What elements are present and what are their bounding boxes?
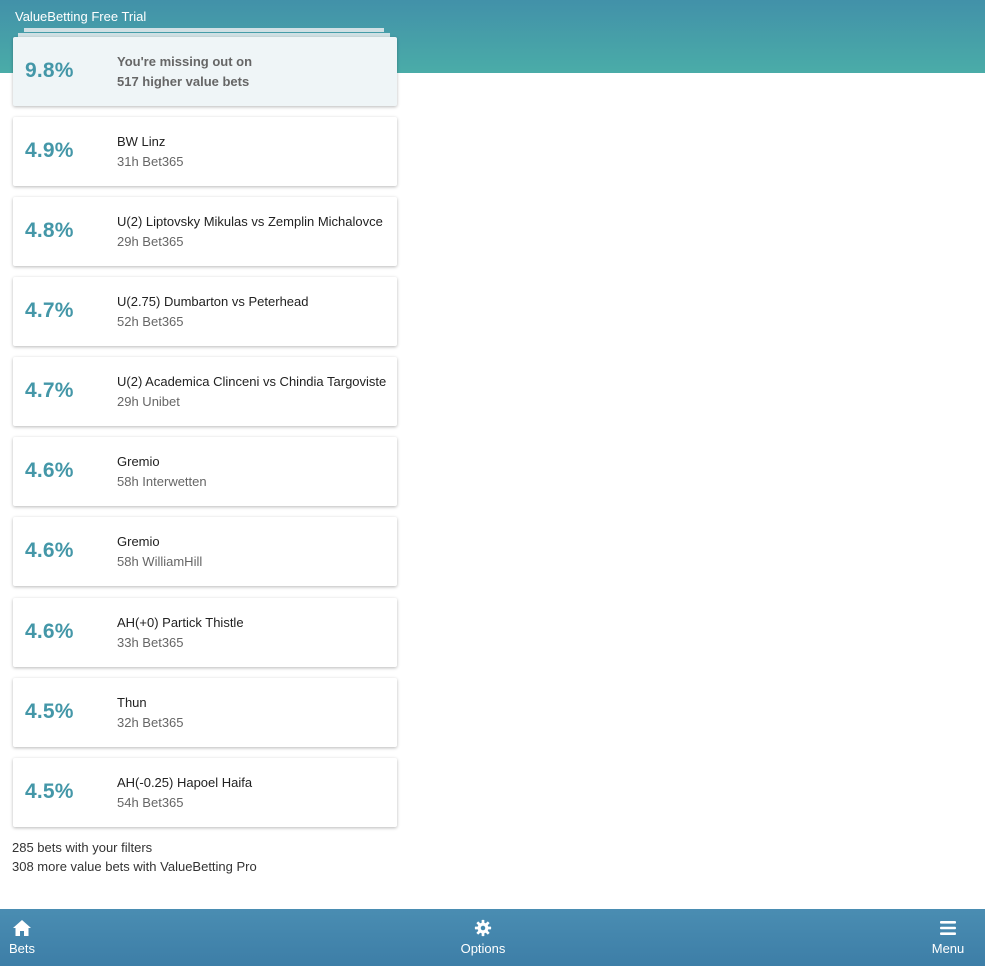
nav-options-label: Options bbox=[460, 941, 506, 956]
filtered-bets-count: 285 bets with your filters bbox=[12, 840, 153, 855]
bet-card[interactable]: 4.6% Gremio 58h Interwetten bbox=[13, 437, 397, 506]
bet-title: U(2) Academica Clinceni vs Chindia Targo… bbox=[117, 374, 387, 389]
bet-title: BW Linz bbox=[117, 134, 166, 149]
nav-menu-button[interactable]: Menu bbox=[924, 909, 972, 966]
bet-detail: 32h Bet365 bbox=[117, 715, 184, 730]
home-icon bbox=[13, 920, 31, 936]
bet-card[interactable]: 4.7% U(2.75) Dumbarton vs Peterhead 52h … bbox=[13, 277, 397, 346]
bet-card[interactable]: 4.6% AH(+0) Partick Thistle 33h Bet365 bbox=[13, 598, 397, 667]
bet-value-percent: 4.7% bbox=[25, 299, 74, 322]
bet-value-percent: 4.6% bbox=[25, 459, 74, 482]
bet-title: Thun bbox=[117, 695, 147, 710]
bet-value-percent: 4.5% bbox=[25, 700, 74, 723]
bet-detail: 33h Bet365 bbox=[117, 635, 184, 650]
bet-title: Gremio bbox=[117, 454, 160, 469]
bet-value-percent: 4.5% bbox=[25, 780, 74, 803]
nav-bets-button[interactable]: Bets bbox=[0, 909, 44, 966]
bet-value-percent: 4.9% bbox=[25, 139, 74, 162]
bet-detail: 31h Bet365 bbox=[117, 154, 184, 169]
upgrade-promo-card[interactable]: 9.8% You're missing out on 517 higher va… bbox=[13, 37, 397, 106]
bet-detail: 52h Bet365 bbox=[117, 314, 184, 329]
bet-value-percent: 4.6% bbox=[25, 539, 74, 562]
bet-title: U(2) Liptovsky Mikulas vs Zemplin Michal… bbox=[117, 214, 383, 229]
bet-detail: 58h WilliamHill bbox=[117, 554, 203, 569]
card-stack-decoration bbox=[24, 28, 384, 32]
bet-value-percent: 4.8% bbox=[25, 219, 74, 242]
bet-detail: 58h Interwetten bbox=[117, 474, 207, 489]
nav-menu-label: Menu bbox=[931, 941, 965, 956]
bet-detail: 29h Bet365 bbox=[117, 234, 184, 249]
bet-title: AH(+0) Partick Thistle bbox=[117, 615, 244, 630]
bet-detail: 29h Unibet bbox=[117, 394, 180, 409]
bet-value-percent: 4.7% bbox=[25, 379, 74, 402]
bet-title: Gremio bbox=[117, 534, 160, 549]
bet-card[interactable]: 4.5% Thun 32h Bet365 bbox=[13, 678, 397, 747]
bet-title: AH(-0.25) Hapoel Haifa bbox=[117, 775, 253, 790]
bet-card[interactable]: 4.8% U(2) Liptovsky Mikulas vs Zemplin M… bbox=[13, 197, 397, 266]
pro-upsell-text: 308 more value bets with ValueBetting Pr… bbox=[12, 859, 257, 874]
bet-value-percent: 4.6% bbox=[25, 620, 74, 643]
promo-line-1: You're missing out on bbox=[117, 54, 253, 69]
bet-card[interactable]: 4.7% U(2) Academica Clinceni vs Chindia … bbox=[13, 357, 397, 426]
nav-options-button[interactable]: Options bbox=[453, 909, 513, 966]
app-title: ValueBetting Free Trial bbox=[15, 9, 147, 24]
hamburger-icon bbox=[940, 921, 956, 935]
bet-card[interactable]: 4.6% Gremio 58h WilliamHill bbox=[13, 517, 397, 586]
promo-line-2: 517 higher value bets bbox=[117, 74, 250, 89]
bet-card[interactable]: 4.5% AH(-0.25) Hapoel Haifa 54h Bet365 bbox=[13, 758, 397, 827]
bet-title: U(2.75) Dumbarton vs Peterhead bbox=[117, 294, 309, 309]
nav-bets-label: Bets bbox=[8, 941, 35, 956]
bet-detail: 54h Bet365 bbox=[117, 795, 184, 810]
gear-icon bbox=[474, 919, 492, 937]
bet-card[interactable]: 4.9% BW Linz 31h Bet365 bbox=[13, 117, 397, 186]
promo-percent: 9.8% bbox=[25, 59, 74, 82]
bottom-navigation: Bets Options Menu bbox=[0, 909, 985, 966]
